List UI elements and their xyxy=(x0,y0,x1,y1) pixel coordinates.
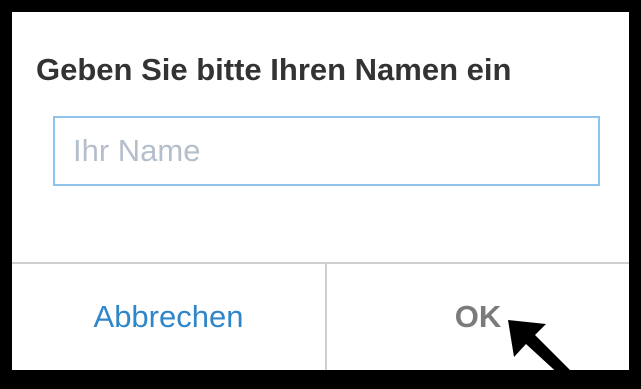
ok-button[interactable]: OK xyxy=(327,264,629,370)
cancel-button[interactable]: Abbrechen xyxy=(12,264,325,370)
ok-button-label: OK xyxy=(454,299,502,334)
right-edge-strip xyxy=(631,0,641,389)
screenshot-frame: Geben Sie bitte Ihren Namen ein Abbreche… xyxy=(0,0,641,389)
name-input-container xyxy=(53,116,600,186)
dialog-title: Geben Sie bitte Ihren Namen ein xyxy=(36,52,512,87)
name-dialog: Geben Sie bitte Ihren Namen ein Abbreche… xyxy=(12,12,629,370)
cancel-button-label: Abbrechen xyxy=(93,299,244,334)
name-input[interactable] xyxy=(55,118,598,184)
